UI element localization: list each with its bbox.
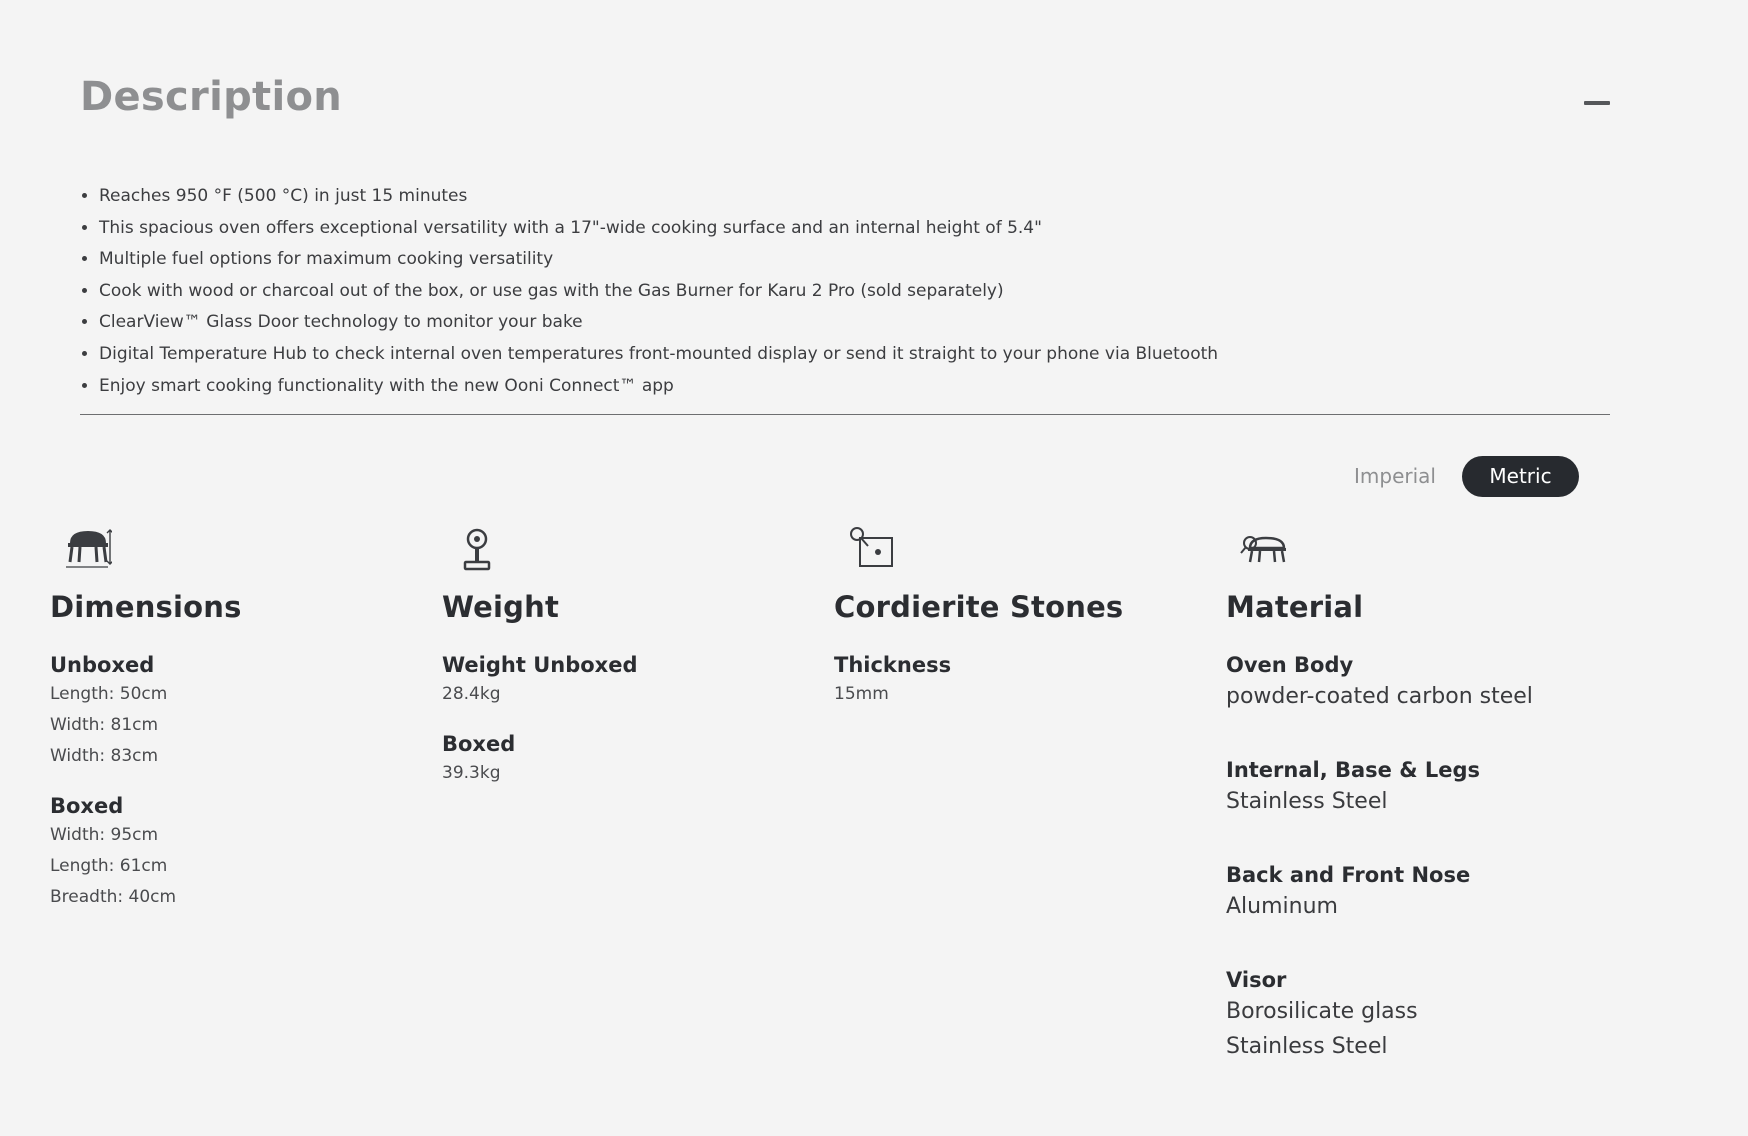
dimension-value: Length: 50cm [50, 684, 168, 704]
bullet-item: Reaches 950 °F (500 °C) in just 15 minut… [99, 181, 1559, 213]
dimension-value: Width: 83cm [50, 746, 159, 766]
material-label: Oven Body [1226, 653, 1354, 677]
description-title: Description [80, 74, 343, 120]
thickness-value: 15mm [834, 684, 889, 704]
material-value: powder-coated carbon steel [1226, 684, 1533, 709]
stones-column: Cordierite Stones Thickness 15mm [834, 526, 1204, 710]
material-label: Internal, Base & Legs [1226, 758, 1481, 782]
weight-unboxed-label: Weight Unboxed [442, 653, 638, 677]
material-value: Stainless Steel [1226, 1034, 1388, 1059]
dimension-value: Breadth: 40cm [50, 887, 177, 907]
material-label: Back and Front Nose [1226, 863, 1471, 887]
material-value: Stainless Steel [1226, 789, 1388, 814]
material-title: Material [1226, 590, 1364, 624]
section-divider [80, 414, 1610, 415]
stones-title: Cordierite Stones [834, 590, 1124, 624]
thickness-label: Thickness [834, 653, 952, 677]
bullet-item: Enjoy smart cooking functionality with t… [99, 371, 1559, 403]
unit-toggle: Imperial Metric [1330, 456, 1580, 497]
material-value: Aluminum [1226, 894, 1338, 919]
unboxed-label: Unboxed [50, 653, 155, 677]
imperial-toggle-button[interactable]: Imperial [1330, 456, 1460, 497]
dimension-value: Length: 61cm [50, 856, 168, 876]
material-label: Visor [1226, 968, 1287, 992]
dimensions-title: Dimensions [50, 590, 242, 624]
dimension-value: Width: 81cm [50, 715, 159, 735]
boxed-label: Boxed [50, 794, 124, 818]
weight-boxed-value: 39.3kg [442, 763, 501, 783]
weight-boxed-label: Boxed [442, 732, 516, 756]
metric-toggle-button[interactable]: Metric [1462, 456, 1579, 497]
bullet-item: Multiple fuel options for maximum cookin… [99, 244, 1559, 276]
oven-material-icon [1240, 536, 1286, 563]
collapse-minus-icon[interactable] [1584, 101, 1610, 105]
material-value: Borosilicate glass [1226, 999, 1418, 1024]
material-column: Material Oven Body powder-coated carbon … [1226, 526, 1596, 1064]
bullet-item: This spacious oven offers exceptional ve… [99, 213, 1559, 245]
stone-thickness-icon [850, 527, 893, 567]
bullet-item: ClearView™ Glass Door technology to moni… [99, 307, 1559, 339]
weight-column: Weight Weight Unboxed 28.4kg Boxed 39.3k… [442, 526, 812, 789]
dimension-value: Width: 95cm [50, 825, 159, 845]
dimensions-column: Dimensions Unboxed Length: 50cm Width: 8… [50, 526, 420, 913]
weight-title: Weight [442, 590, 560, 624]
oven-dimensions-icon [66, 529, 112, 568]
bullet-item: Digital Temperature Hub to check interna… [99, 339, 1559, 371]
weight-unboxed-value: 28.4kg [442, 684, 501, 704]
scale-icon [463, 528, 491, 571]
description-header[interactable]: Description [80, 74, 1610, 134]
description-bullets: Reaches 950 °F (500 °C) in just 15 minut… [80, 181, 1559, 402]
bullet-item: Cook with wood or charcoal out of the bo… [99, 276, 1559, 308]
